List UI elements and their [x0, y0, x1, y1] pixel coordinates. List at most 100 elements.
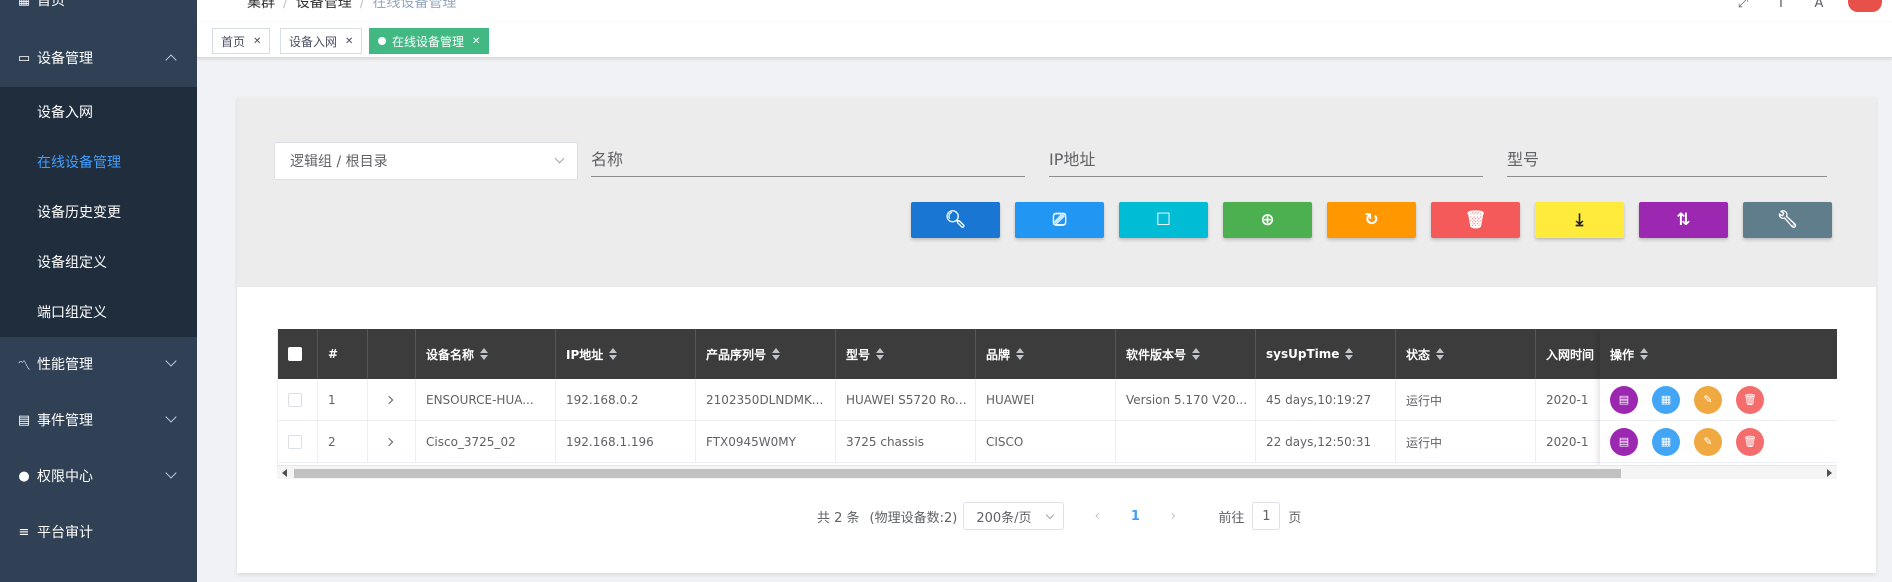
pagination-total: 共 2 条	[817, 510, 860, 526]
delete-row-button[interactable]: 🗑︎	[1736, 427, 1764, 456]
sidebar-item-performance[interactable]: 〽 性能管理	[0, 339, 197, 389]
cast-button[interactable]: ⎚	[1015, 202, 1104, 238]
sort-icon[interactable]	[1016, 348, 1025, 360]
close-icon[interactable]: ✕	[345, 36, 353, 47]
cell-uptime: 45 days,10:19:27	[1256, 379, 1396, 421]
tools-button[interactable]: 🔧︎	[1743, 202, 1832, 238]
sidebar-item-device-onboard[interactable]: 设备入网	[0, 87, 197, 137]
edit-button[interactable]: ✎	[1694, 427, 1722, 456]
dashboard-icon: ▦	[17, 0, 31, 8]
row-expand[interactable]	[368, 379, 416, 421]
row-select[interactable]	[278, 379, 318, 421]
chevron-right-icon[interactable]	[384, 437, 394, 447]
tag-home[interactable]: 首页 ✕	[212, 28, 271, 54]
row-select[interactable]	[278, 421, 318, 463]
chevron-down-icon	[554, 153, 565, 164]
pagination: 共 2 条 (物理设备数:2) 200条/页 ‹ 1 › 前往 1 页	[237, 502, 1876, 530]
grid-button[interactable]: ▦	[1652, 427, 1680, 456]
sidebar-item-auth[interactable]: ● 权限中心	[0, 451, 197, 501]
header-ops[interactable]: 操作	[1600, 329, 1837, 379]
sidebar-submenu: 设备入网 在线设备管理 设备历史变更 设备组定义 端口组定义	[0, 87, 197, 337]
sort-icon[interactable]	[772, 348, 781, 360]
header-ip[interactable]: IP地址	[556, 329, 696, 379]
horizontal-scrollbar[interactable]	[277, 465, 1837, 479]
header-device-name[interactable]: 设备名称	[416, 329, 556, 379]
edit-button[interactable]: ✎	[1694, 385, 1722, 414]
checkbox[interactable]	[288, 393, 302, 407]
chevron-right-icon[interactable]	[384, 395, 394, 405]
group-select[interactable]: 逻辑组 / 根目录	[274, 142, 578, 180]
goto-page-input[interactable]: 1	[1252, 502, 1281, 530]
ip-input[interactable]	[1049, 149, 1483, 169]
sidebar-item-device-management[interactable]: ▭ 设备管理	[0, 33, 197, 83]
chevron-up-icon	[165, 54, 177, 66]
goto-label: 前往	[1218, 510, 1245, 526]
header-brand[interactable]: 品牌	[976, 329, 1116, 379]
tag-device-onboard[interactable]: 设备入网 ✕	[280, 28, 363, 54]
prev-page-button[interactable]: ‹	[1082, 508, 1112, 524]
select-button[interactable]: ☐	[1119, 202, 1208, 238]
sort-icon[interactable]	[480, 348, 489, 360]
sidebar-item-port-groups[interactable]: 端口组定义	[0, 287, 197, 337]
sort-icon[interactable]	[1640, 348, 1649, 360]
name-input[interactable]	[591, 149, 1025, 169]
tags-view: 首页 ✕ 设备入网 ✕ 在线设备管理 ✕	[197, 22, 1892, 58]
close-icon[interactable]: ✕	[253, 36, 261, 47]
group-select-value: 逻辑组 / 根目录	[290, 154, 388, 170]
scroll-left-icon[interactable]	[282, 469, 287, 477]
grid-button[interactable]: ▦	[1652, 385, 1680, 414]
zoom-button[interactable]: ⊕	[1223, 202, 1312, 238]
cell-brand: HUAWEI	[976, 379, 1116, 421]
table-card: # 设备名称 IP地址 产品序列号 型号 品牌 软件版本号 sysUpTime …	[237, 287, 1876, 573]
sidebar-item-device-groups[interactable]: 设备组定义	[0, 237, 197, 287]
sort-icon[interactable]	[609, 348, 618, 360]
sidebar-item-online-devices[interactable]: 在线设备管理	[0, 137, 197, 187]
header-status[interactable]: 状态	[1396, 329, 1536, 379]
square-icon: ☐	[1155, 210, 1172, 230]
sort-icon[interactable]	[1436, 348, 1445, 360]
tag-online-devices[interactable]: 在线设备管理 ✕	[369, 28, 490, 54]
page-number[interactable]: 1	[1120, 509, 1150, 524]
ops-row: ▤ ▦ ✎ 🗑︎	[1600, 379, 1837, 421]
breadcrumb-item[interactable]: 设备管理	[296, 0, 352, 11]
header-select-all[interactable]	[278, 329, 318, 379]
refresh-button[interactable]: ↻	[1327, 202, 1416, 238]
header-version[interactable]: 软件版本号	[1116, 329, 1256, 379]
detail-button[interactable]: ▤	[1610, 385, 1638, 414]
model-input[interactable]	[1507, 149, 1827, 169]
next-page-button[interactable]: ›	[1158, 508, 1188, 524]
download-button[interactable]: ⤓	[1535, 202, 1624, 238]
header-model[interactable]: 型号	[836, 329, 976, 379]
breadcrumb-item[interactable]: 集群	[247, 0, 275, 11]
laptop-icon: ▭	[17, 50, 31, 66]
trash-icon: 🗑︎	[1464, 210, 1487, 230]
avatar[interactable]	[1848, 0, 1882, 12]
text-size-icon[interactable]: T	[1772, 0, 1790, 11]
sidebar-item-events[interactable]: ▤ 事件管理	[0, 395, 197, 445]
search-button[interactable]: 🔍︎	[911, 202, 1000, 238]
sidebar-item-home[interactable]: ▦ 首页	[0, 0, 197, 25]
sort-icon[interactable]	[876, 348, 885, 360]
scroll-thumb[interactable]	[294, 469, 1621, 478]
row-expand[interactable]	[368, 421, 416, 463]
top-right-tools: ⤢ T A	[1734, 0, 1892, 12]
sort-icon[interactable]	[1192, 348, 1201, 360]
detail-button[interactable]: ▤	[1610, 427, 1638, 456]
chevron-down-icon	[165, 467, 177, 479]
scroll-right-icon[interactable]	[1827, 469, 1832, 477]
header-serial[interactable]: 产品序列号	[696, 329, 836, 379]
cell-serial: FTX0945W0MY	[696, 421, 836, 463]
header-uptime[interactable]: sysUpTime	[1256, 329, 1396, 379]
sort-icon[interactable]	[1345, 348, 1354, 360]
delete-button[interactable]: 🗑︎	[1431, 202, 1520, 238]
swap-button[interactable]: ⇅	[1639, 202, 1728, 238]
close-icon[interactable]: ✕	[472, 36, 480, 47]
delete-row-button[interactable]: 🗑︎	[1736, 385, 1764, 414]
checkbox[interactable]	[288, 435, 302, 449]
checkbox[interactable]	[288, 347, 302, 361]
fullscreen-icon[interactable]: ⤢	[1734, 0, 1752, 11]
sidebar-item-device-history[interactable]: 设备历史变更	[0, 187, 197, 237]
sidebar-item-audit[interactable]: ≡ 平台审计	[0, 507, 197, 557]
translate-icon[interactable]: A	[1810, 0, 1828, 11]
page-size-select[interactable]: 200条/页	[963, 502, 1065, 530]
